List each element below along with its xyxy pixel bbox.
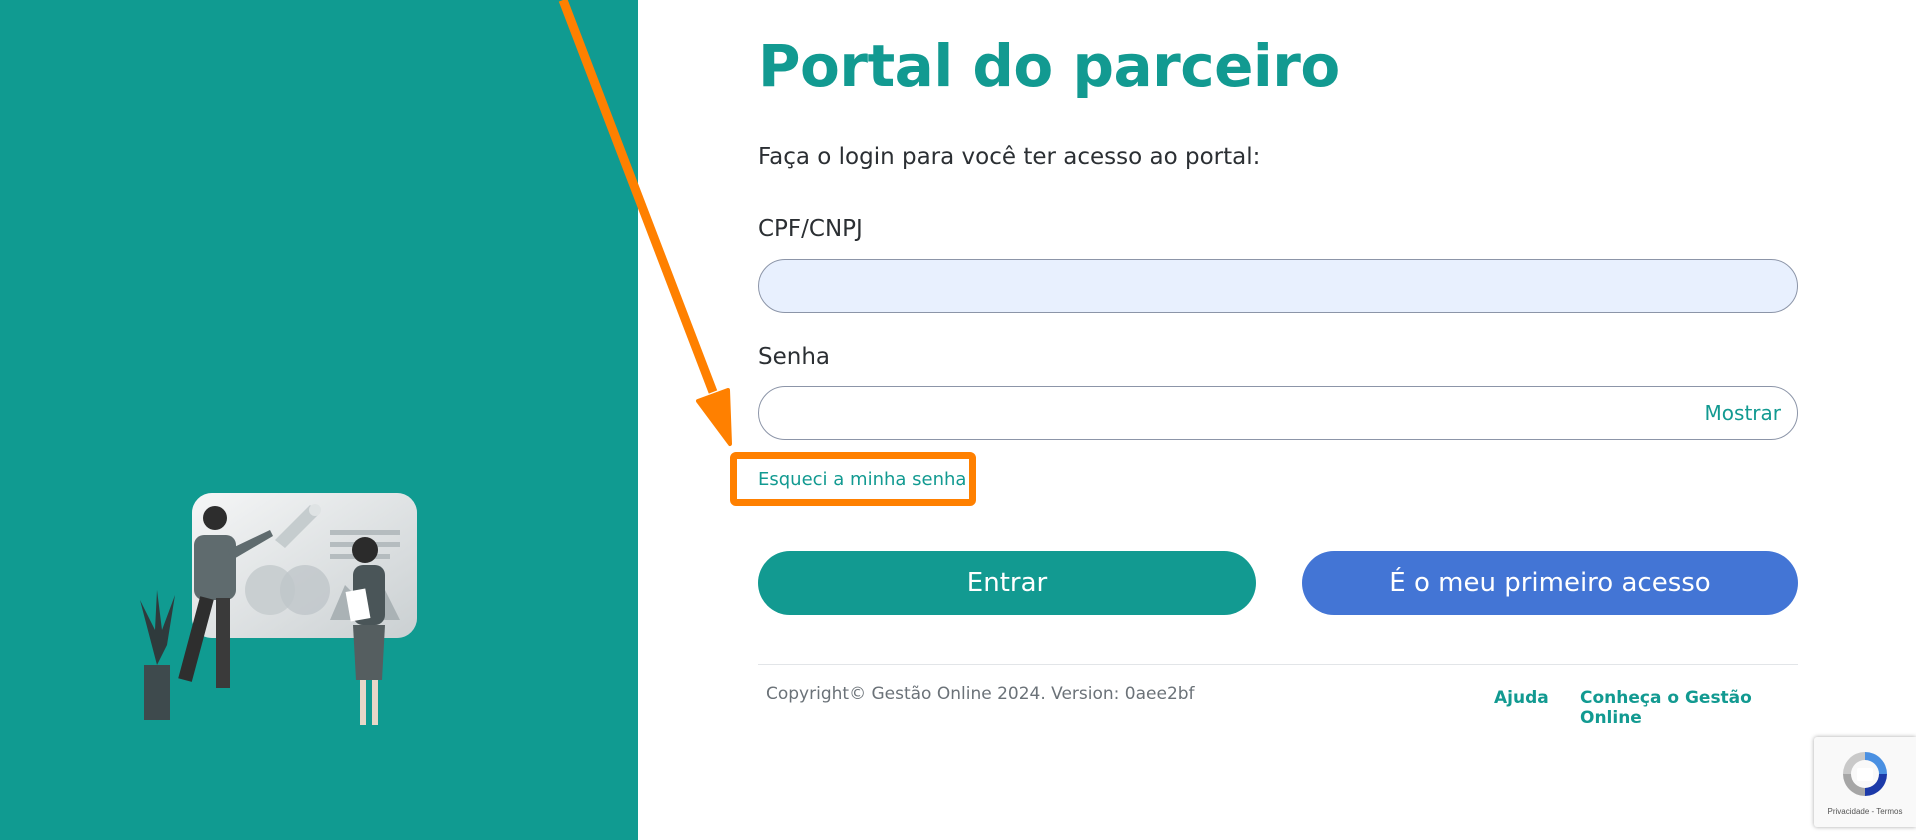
cpf-label: CPF/CNPJ	[758, 216, 863, 242]
senha-label: Senha	[758, 344, 830, 370]
know-gestao-online-link[interactable]: Conheça o Gestão Online	[1580, 688, 1798, 728]
senha-field[interactable]: Mostrar	[758, 386, 1798, 440]
cpf-field[interactable]	[758, 259, 1798, 313]
recaptcha-terms[interactable]: Privacidade - Termos	[1814, 807, 1916, 816]
left-brand-panel	[0, 0, 638, 840]
recaptcha-badge[interactable]: Privacidade - Termos	[1814, 737, 1916, 827]
cpf-input[interactable]	[759, 260, 1797, 312]
footer-divider	[758, 664, 1798, 665]
forgot-password-link[interactable]: Esqueci a minha senha	[758, 469, 966, 490]
team-presentation-illustration	[140, 493, 417, 725]
senha-input[interactable]	[759, 387, 1797, 439]
login-button[interactable]: Entrar	[758, 551, 1256, 615]
page-subtitle: Faça o login para você ter acesso ao por…	[758, 144, 1261, 170]
recaptcha-icon	[1843, 752, 1887, 796]
help-link[interactable]: Ajuda	[1494, 688, 1549, 708]
page-title: Portal do parceiro	[758, 32, 1340, 100]
show-password-button[interactable]: Mostrar	[1705, 401, 1781, 425]
first-access-button[interactable]: É o meu primeiro acesso	[1302, 551, 1798, 615]
copyright-text: Copyright© Gestão Online 2024. Version: …	[766, 684, 1195, 704]
